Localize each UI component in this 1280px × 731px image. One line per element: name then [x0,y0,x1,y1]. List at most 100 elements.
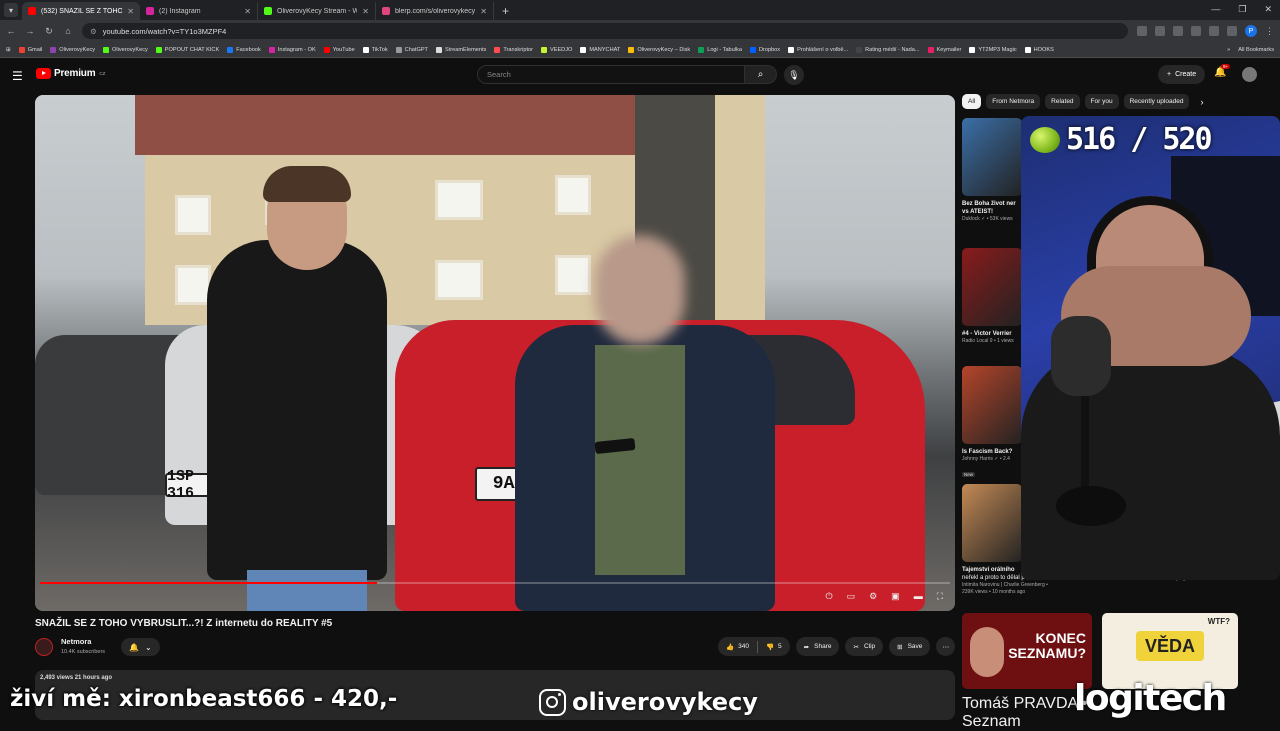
bookmark-item[interactable]: Facebook [227,46,261,53]
recommended-video[interactable]: Is Fascism Back? Johnny Harris ✓ • 2.4 N… [962,366,1022,481]
cast-icon[interactable] [1155,26,1165,36]
bookmark-item[interactable]: OliverovyKecy [50,46,95,53]
filter-chip[interactable]: For you [1084,94,1119,109]
back-icon[interactable]: ← [6,26,16,36]
bookmark-star-icon[interactable] [1173,26,1183,36]
bookmark-item[interactable]: Instagram - OK [268,46,316,53]
apps-grid-icon[interactable]: ⊞ [6,47,11,53]
filter-chip[interactable]: All [962,94,982,109]
recommended-video[interactable]: KONEC SEZNAMU? Tomáš PRAVDA • Seznam [962,613,1092,731]
bookmark-label: TikTok [371,46,388,53]
extension-icon[interactable] [1191,26,1201,36]
site-info-icon[interactable]: ⚙ [90,27,97,36]
channel-name[interactable]: Netmora [61,637,91,646]
bookmark-item[interactable]: Rating médií - Nada... [856,46,920,53]
filter-chip[interactable]: Related [1045,94,1080,109]
more-bookmarks-icon[interactable]: » [1227,47,1230,53]
bookmark-item[interactable]: ChatGPT [395,46,428,53]
filter-chip[interactable]: From Netmora [986,94,1041,109]
bookmark-item[interactable]: TikTok [362,46,388,53]
all-bookmarks-button[interactable]: All Bookmarks [1238,47,1274,53]
search-input[interactable]: Search [477,65,745,84]
reload-icon[interactable]: ↻ [44,26,54,37]
bookmark-item[interactable]: OliverovyKecy – Disk [628,46,691,53]
profile-avatar[interactable]: P [1245,25,1257,37]
subtitles-icon[interactable]: ▭ [847,591,856,602]
bookmark-item[interactable]: StreamElements [435,46,486,53]
bookmark-item[interactable]: Gmail [18,46,42,53]
bookmark-item[interactable]: POPOUT CHAT KICK [155,46,219,53]
minimize-icon[interactable]: — [1211,4,1220,15]
bookmark-label: Transkriptor [503,46,533,53]
close-tab-icon[interactable]: ✕ [244,7,251,16]
settings-icon[interactable]: ⚙ [869,591,877,602]
bookmark-item[interactable]: VEEDJO [540,46,572,53]
bookmark-favicon-icon [18,46,25,53]
video-player[interactable]: 1SP 316 9AX ⏻ ▭ ⚙ ▣ ▬ ⛶ [35,95,955,611]
bookmark-item[interactable]: YT2MP3 Magic [969,46,1017,53]
video-person-left [207,166,387,611]
translate-icon[interactable] [1137,26,1147,36]
bookmark-item[interactable]: Dropbox [749,46,780,53]
new-tab-button[interactable]: + [502,4,509,18]
bookmark-item[interactable]: Transkriptor [494,46,533,53]
like-button[interactable]: 👍 340 [718,637,757,656]
create-button[interactable]: + Create [1158,65,1206,84]
bookmark-label: OliverovyKecy – Disk [637,46,691,53]
recommended-video[interactable]: Bez Boha život ner vs ATEIST! Duklock ✓ … [962,118,1022,223]
recommended-video[interactable]: #4 - Victor Verrier Radio Local 9 • 1 vi… [962,248,1022,345]
tab-search-button[interactable]: ▾ [4,3,18,17]
bookmark-item[interactable]: MANYCHAT [580,46,620,53]
close-tab-icon[interactable]: ✕ [480,7,487,16]
channel-avatar[interactable] [35,638,53,656]
chevron-right-icon[interactable]: › [1200,97,1203,107]
video-progress-bar[interactable] [40,582,950,584]
browser-tab-kick[interactable]: OliverovyKecy Stream - Watch Party ✕ [258,2,376,20]
more-actions-button[interactable]: ⋯ [936,637,956,656]
bookmark-item[interactable]: YouTube [323,46,355,53]
autoplay-icon[interactable]: ⏻ [825,591,832,602]
tab-title: (2) Instagram [159,7,201,15]
dislike-button[interactable]: 👎 5 [758,637,790,656]
bookmark-item[interactable]: OliverovyKecy [103,46,148,53]
tennis-ball-icon [1030,126,1060,153]
filter-chip[interactable]: Recently uploaded [1123,94,1190,109]
account-avatar[interactable] [1242,67,1257,82]
subscribed-bell-button[interactable]: 🔔 ⌄ [121,638,160,656]
bookmark-label: YouTube [332,46,355,53]
address-bar[interactable]: ⚙ youtube.com/watch?v=TY1o3MZPF4 [82,23,1128,39]
fullscreen-icon[interactable]: ⛶ [937,591,943,602]
theater-icon[interactable]: ▬ [914,591,923,602]
browser-tab-instagram[interactable]: (2) Instagram ✕ [140,2,258,20]
recommended-thumbnail [962,366,1022,444]
bookmark-item[interactable]: Logi - Tabulka [698,46,742,53]
bookmark-item[interactable]: Keymailer [927,46,961,53]
kick-favicon-icon [264,7,272,15]
menu-icon[interactable]: ⋮ [1265,26,1274,36]
youtube-logo[interactable]: Premium CZ [36,68,105,79]
create-label: Create [1175,71,1197,78]
thumbnail-text: KONEC SEZNAMU? [1008,630,1086,661]
share-button[interactable]: ➦ Share [795,637,840,656]
restore-icon[interactable]: ❐ [1238,4,1246,15]
search-button[interactable]: ⌕ [745,65,777,84]
clip-button[interactable]: ✂ Clip [845,637,884,656]
video-person-blurred-head [595,235,685,345]
close-tab-icon[interactable]: ✕ [127,7,134,16]
close-tab-icon[interactable]: ✕ [362,7,369,16]
forward-icon[interactable]: → [25,26,35,36]
browser-tab-blerp[interactable]: blerp.com/s/oliverovykecy ✕ [376,2,494,20]
close-window-icon[interactable]: ✕ [1264,4,1272,15]
miniplayer-icon[interactable]: ▣ [891,591,900,602]
downloads-icon[interactable] [1227,26,1237,36]
notifications-button[interactable]: 🔔 9+ [1214,64,1231,78]
video-title: SNAŽIL SE Z TOHO VYBRUSLIT...?! Z intern… [35,618,333,629]
bookmark-item[interactable]: HOOKS [1024,46,1054,53]
voice-search-button[interactable]: 🎙 [784,65,804,85]
bookmark-item[interactable]: Prohlášení o volbě... [788,46,848,53]
save-button[interactable]: ⊞ Save [889,637,931,656]
extensions-puzzle-icon[interactable] [1209,26,1219,36]
home-icon[interactable]: ⌂ [63,26,73,36]
browser-tab-youtube[interactable]: (532) SNAŽIL SE Z TOHO VYBRUSLIT...?! Z … [22,2,140,20]
hamburger-menu-icon[interactable]: ☰ [12,69,23,83]
